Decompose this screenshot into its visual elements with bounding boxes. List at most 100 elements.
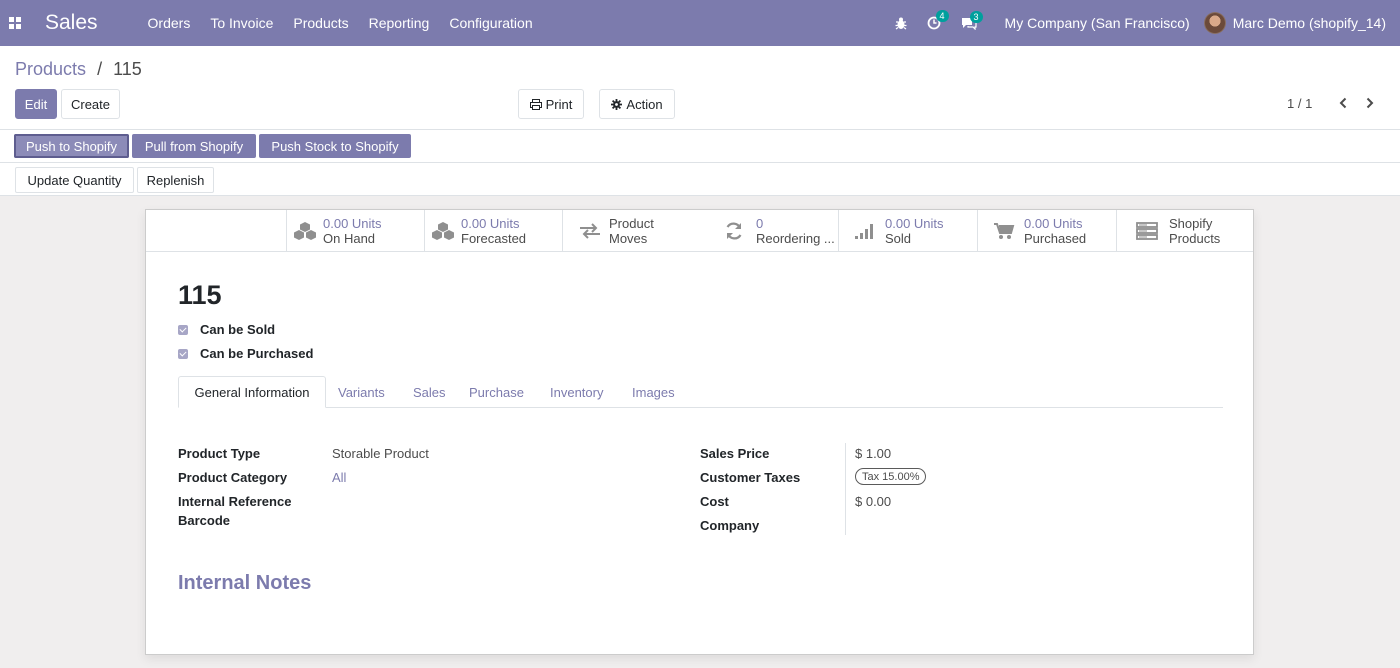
action-label: Action xyxy=(626,96,663,112)
cost-value[interactable]: $ 0.00 xyxy=(855,494,891,509)
reordering-smart-button[interactable]: 0 Reordering ... xyxy=(700,210,838,252)
control-panel: Products / 115 Edit Create Print Action … xyxy=(0,46,1400,130)
reordering-value: 0 xyxy=(756,216,764,231)
can-be-purchased-label: Can be Purchased xyxy=(200,346,314,361)
main-menu: Orders To Invoice Products Reporting Con… xyxy=(138,15,543,31)
cubes-icon xyxy=(287,221,323,241)
field-divider xyxy=(845,443,846,535)
product-moves-label: Moves xyxy=(609,231,648,246)
product-category-link[interactable]: All xyxy=(332,470,346,485)
avatar xyxy=(1203,12,1226,34)
product-category-label: Product Category xyxy=(178,470,288,485)
server-icon xyxy=(1125,222,1169,240)
tab-general-information[interactable]: General Information xyxy=(178,376,326,408)
messages-icon[interactable]: 3 xyxy=(961,10,983,30)
pager-value[interactable]: 1 / 1 xyxy=(1287,96,1312,111)
can-be-purchased-checkbox[interactable] xyxy=(178,348,188,359)
shopify-button-bar: Push to Shopify Pull from Shopify Push S… xyxy=(0,130,1400,163)
tab-purchase[interactable]: Purchase xyxy=(469,376,524,408)
breadcrumb-current: 115 xyxy=(113,59,142,79)
menu-to-invoice[interactable]: To Invoice xyxy=(200,15,283,31)
menu-configuration[interactable]: Configuration xyxy=(439,15,542,31)
cart-icon xyxy=(984,222,1024,240)
activity-badge: 4 xyxy=(935,10,949,22)
sales-price-value[interactable]: $ 1.00 xyxy=(855,446,891,461)
can-be-sold-field[interactable]: Can be Sold xyxy=(178,322,275,337)
signal-icon xyxy=(845,222,885,240)
menu-orders[interactable]: Orders xyxy=(138,15,201,31)
update-quantity-button[interactable]: Update Quantity xyxy=(15,167,134,193)
shopify-products-title: Shopify xyxy=(1169,216,1213,231)
forecasted-smart-button[interactable]: 0.00 Units Forecasted xyxy=(424,210,562,252)
forecasted-value: 0.00 Units xyxy=(461,216,520,231)
debug-bug-icon[interactable] xyxy=(895,17,907,30)
exchange-icon xyxy=(571,223,609,239)
push-to-shopify-button[interactable]: Push to Shopify xyxy=(14,134,129,158)
reordering-label: Reordering ... xyxy=(756,231,835,246)
user-name: Marc Demo (shopify_14) xyxy=(1232,15,1386,31)
push-stock-to-shopify-button[interactable]: Push Stock to Shopify xyxy=(259,134,411,158)
can-be-sold-label: Can be Sold xyxy=(200,322,276,337)
company-switcher[interactable]: My Company (San Francisco) xyxy=(1005,15,1190,31)
pull-from-shopify-button[interactable]: Pull from Shopify xyxy=(132,134,256,158)
purchased-label: Purchased xyxy=(1024,231,1087,246)
shopify-products-label: Products xyxy=(1169,231,1221,246)
top-navbar: Sales Orders To Invoice Products Reporti… xyxy=(0,0,1400,46)
forecasted-label: Forecasted xyxy=(461,231,527,246)
on-hand-smart-button[interactable]: 0.00 Units On Hand xyxy=(286,210,424,252)
apps-menu-icon[interactable] xyxy=(0,0,30,46)
pager-next-icon[interactable] xyxy=(1362,94,1378,112)
breadcrumb-products-link[interactable]: Products xyxy=(15,59,86,79)
tab-sales[interactable]: Sales xyxy=(413,376,446,408)
cost-label: Cost xyxy=(700,494,729,509)
messages-badge: 3 xyxy=(969,10,983,23)
breadcrumb: Products / 115 xyxy=(15,59,142,80)
product-moves-title: Product xyxy=(609,216,654,231)
cubes-icon xyxy=(425,221,461,241)
smart-buttons-bar: 0.00 Units On Hand 0.00 Units Forecasted P… xyxy=(146,210,1253,252)
print-label: Print xyxy=(545,96,573,112)
purchased-value: 0.00 Units xyxy=(1024,216,1083,231)
product-form-sheet: 0.00 Units On Hand 0.00 Units Forecasted P… xyxy=(145,209,1254,655)
internal-reference-label: Internal Reference xyxy=(178,494,292,509)
gear-icon xyxy=(611,98,623,110)
can-be-sold-checkbox[interactable] xyxy=(178,324,188,335)
print-button[interactable]: Print xyxy=(518,89,584,119)
customer-taxes-label: Customer Taxes xyxy=(700,470,801,485)
on-hand-value: 0.00 Units xyxy=(323,216,382,231)
sold-label: Sold xyxy=(885,231,912,246)
menu-products[interactable]: Products xyxy=(283,15,358,31)
breadcrumb-separator: / xyxy=(97,59,103,79)
replenish-button[interactable]: Replenish xyxy=(137,167,214,193)
sold-value: 0.00 Units xyxy=(885,216,944,231)
refresh-icon xyxy=(712,222,756,240)
menu-reporting[interactable]: Reporting xyxy=(359,15,440,31)
purchased-smart-button[interactable]: 0.00 Units Purchased xyxy=(977,210,1116,252)
internal-notes-title: Internal Notes xyxy=(178,572,312,594)
action-button[interactable]: Action xyxy=(599,89,675,119)
tab-images[interactable]: Images xyxy=(632,376,675,408)
stock-button-bar: Update Quantity Replenish xyxy=(0,163,1400,196)
on-hand-label: On Hand xyxy=(323,231,376,246)
product-type-label: Product Type xyxy=(178,446,261,461)
pager-previous-icon[interactable] xyxy=(1335,94,1351,112)
product-moves-smart-button[interactable]: Product Moves xyxy=(562,210,700,252)
app-name[interactable]: Sales xyxy=(45,11,98,35)
form-tabs: General Information Variants Sales Purch… xyxy=(178,376,1223,408)
edit-button[interactable]: Edit xyxy=(15,89,57,119)
print-icon xyxy=(529,98,542,110)
shopify-products-smart-button[interactable]: Shopify Products xyxy=(1116,210,1253,252)
tab-variants[interactable]: Variants xyxy=(338,376,385,408)
company-label: Company xyxy=(700,518,760,533)
sold-smart-button[interactable]: 0.00 Units Sold xyxy=(838,210,977,252)
customer-tax-badge[interactable]: Tax 15.00% xyxy=(855,468,927,485)
product-name: 115 xyxy=(178,280,222,310)
can-be-purchased-field[interactable]: Can be Purchased xyxy=(178,346,313,361)
sales-price-label: Sales Price xyxy=(700,446,770,461)
user-menu[interactable]: Marc Demo (shopify_14) xyxy=(1203,12,1386,34)
barcode-label: Barcode xyxy=(178,513,231,528)
tab-inventory[interactable]: Inventory xyxy=(550,376,603,408)
activity-clock-icon[interactable]: 4 xyxy=(927,10,949,30)
create-button[interactable]: Create xyxy=(61,89,120,119)
product-type-value[interactable]: Storable Product xyxy=(332,446,429,461)
